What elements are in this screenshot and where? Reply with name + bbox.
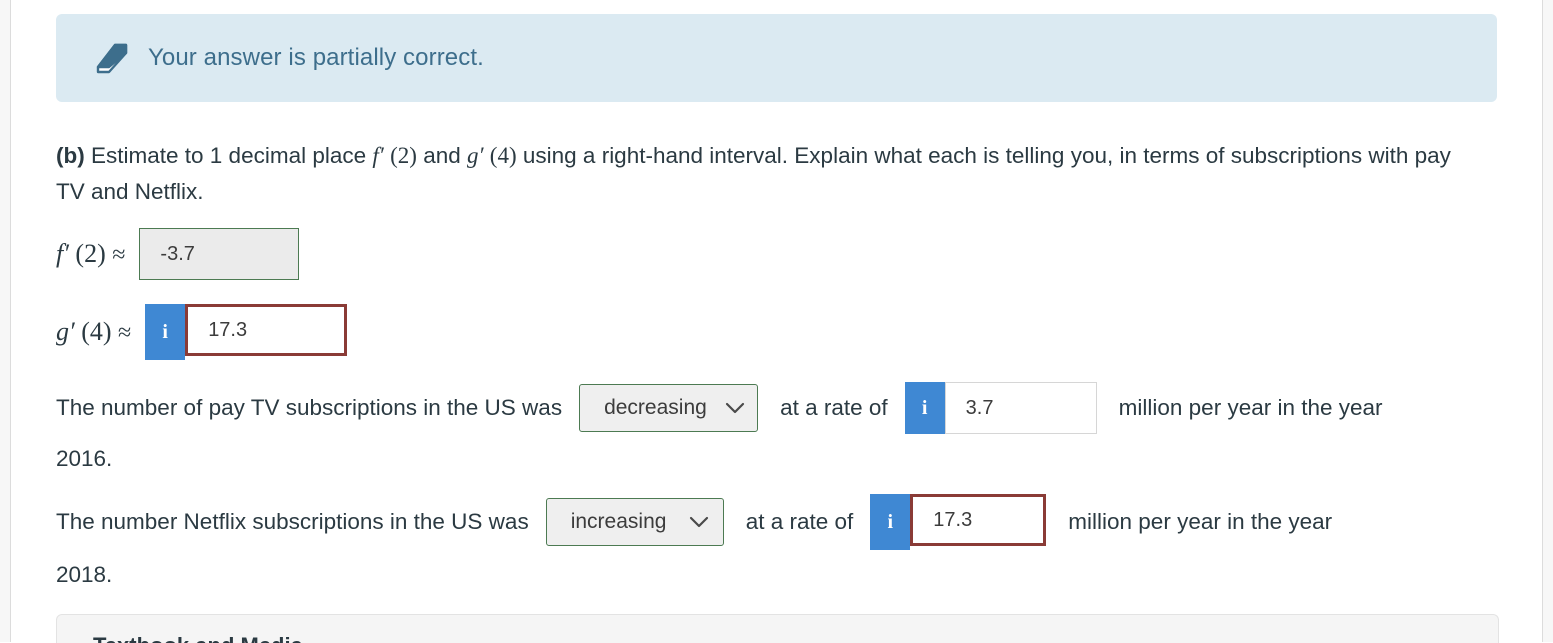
question-math-g: g [467, 143, 479, 168]
statement-pay-tv-rate-input[interactable]: 3.7 [944, 382, 1097, 434]
eraser-icon [84, 38, 130, 78]
statement-pay-tv-rate-value: 3.7 [965, 397, 994, 419]
question-math-f-arg: (2) [390, 143, 417, 168]
statement-netflix-text-middle: at a rate of [745, 509, 854, 534]
question-math-f-prime: ′ [378, 143, 384, 168]
info-button-netflix-rate-label: i [887, 511, 894, 533]
question-prompt: (b) Estimate to 1 decimal place f′ (2) a… [56, 138, 1476, 210]
statement-pay-tv-year: 2016. [56, 446, 113, 471]
statement-pay-tv-text-before: The number of pay TV subscriptions in th… [56, 395, 563, 420]
statement-netflix-rate-input[interactable]: 17.3 [910, 494, 1047, 546]
answer-label-g-prime-mark: ′ [69, 317, 75, 346]
statement-pay-tv-rate-group: i 3.7 [904, 382, 1097, 434]
answer-label-f-prime-mark: ′ [63, 239, 69, 268]
statement-netflix-select-value: increasing [570, 510, 667, 533]
answer-input-g-prime-value: 17.3 [208, 318, 248, 341]
statement-netflix-rate-value: 17.3 [933, 509, 973, 531]
answer-input-f-prime[interactable]: -3.7 [139, 228, 300, 280]
answer-label-g-fn: g [56, 317, 69, 346]
statement-netflix-year: 2018. [56, 562, 113, 587]
statement-pay-tv-select-value: decreasing [604, 396, 707, 419]
info-button-g-prime-label: i [162, 320, 168, 343]
answer-input-g-prime[interactable]: 17.3 [185, 304, 348, 356]
statement-pay-tv: The number of pay TV subscriptions in th… [56, 382, 1486, 484]
statement-netflix: The number Netflix subscriptions in the … [56, 494, 1486, 600]
question-math-g-arg: (4) [489, 143, 517, 168]
statement-netflix-select[interactable]: increasing [545, 498, 724, 546]
answer-label-g-approx: ≈ [118, 320, 132, 346]
question-label: (b) [56, 143, 85, 168]
info-button-pay-tv-rate[interactable]: i [904, 382, 945, 434]
statement-pay-tv-text-middle: at a rate of [780, 395, 888, 420]
statement-pay-tv-text-after: million per year in the year [1118, 395, 1383, 420]
info-button-pay-tv-rate-label: i [921, 397, 928, 419]
statement-netflix-row: The number Netflix subscriptions in the … [56, 494, 1486, 550]
partial-credit-alert: Your answer is partially correct. [56, 14, 1497, 102]
chevron-down-icon [689, 516, 709, 529]
statement-netflix-rate-group: i 17.3 [870, 494, 1047, 550]
answer-row-g-prime: g′ (4) ≈ i 17.3 [56, 304, 348, 360]
question-text-and: and [423, 143, 461, 168]
alert-message: Your answer is partially correct. [148, 44, 484, 71]
answer-input-f-prime-value: -3.7 [160, 242, 195, 265]
answer-g-prime-group: i 17.3 [145, 304, 348, 360]
answer-label-f-prime: f′ (2) ≈ [56, 239, 125, 269]
answer-label-g-arg: (4) [81, 317, 112, 346]
answer-row-f-prime: f′ (2) ≈ -3.7 [56, 228, 300, 280]
statement-netflix-text-before: The number Netflix subscriptions in the … [56, 509, 529, 534]
statement-netflix-text-after: million per year in the year [1068, 509, 1333, 534]
question-content: Your answer is partially correct. (b) Es… [0, 0, 1542, 643]
question-math-g-prime: ′ [478, 143, 484, 168]
info-button-netflix-rate[interactable]: i [870, 494, 911, 550]
answer-label-f-arg: (2) [75, 239, 106, 268]
statement-pay-tv-select[interactable]: decreasing [579, 384, 759, 432]
textbook-and-media-panel[interactable]: Textbook and Media [56, 614, 1499, 643]
chevron-down-icon [725, 402, 745, 415]
answer-label-f-approx: ≈ [112, 242, 126, 268]
question-text-part1: Estimate to 1 decimal place [91, 143, 367, 168]
page-right-gutter [1543, 0, 1553, 642]
answer-label-g-prime: g′ (4) ≈ [56, 317, 131, 347]
info-button-g-prime[interactable]: i [145, 304, 186, 360]
statement-pay-tv-row: The number of pay TV subscriptions in th… [56, 382, 1486, 434]
